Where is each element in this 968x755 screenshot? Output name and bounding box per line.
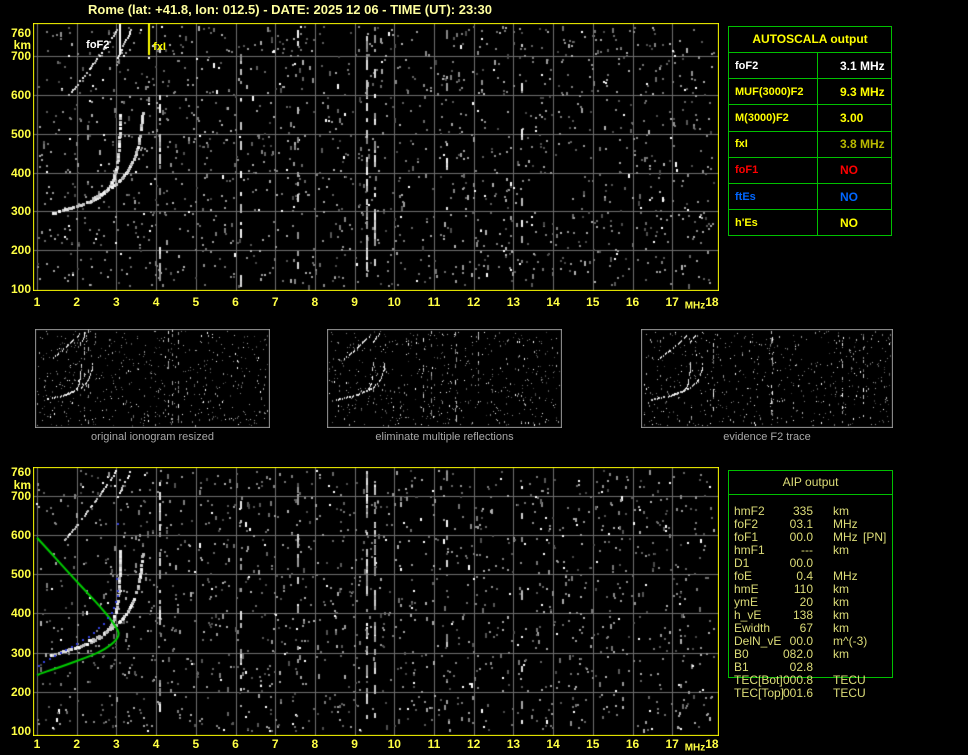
x-tick-label: 16	[625, 295, 640, 309]
thumbnail-canvas-evidence-f2-trace	[641, 329, 893, 428]
autoscala-row-value: 9.3 MHz	[840, 84, 885, 99]
x-tick-label: 17	[665, 295, 679, 309]
autoscala-row-value: 3.00	[840, 110, 864, 125]
x-tick-label: 6	[232, 737, 239, 751]
x-tick-label: 15	[586, 737, 600, 751]
autoscala-row-value: NO	[840, 163, 858, 178]
autoscala-row-value: NO	[840, 215, 858, 230]
thumbnail-canvas-eliminate-reflections	[327, 329, 562, 428]
autoscala-row: foF1 NO	[729, 156, 891, 183]
bottom-ionogram-canvas	[33, 467, 719, 736]
x-tick-label: 12	[467, 295, 481, 309]
aip-row-unit: km	[833, 543, 849, 557]
x-tick-label: 10	[387, 295, 401, 309]
mhz-unit-label: MHz	[684, 742, 706, 753]
x-tick-label: 13	[506, 737, 521, 751]
autoscala-row: h'Es NO	[729, 209, 891, 236]
autoscala-row: ftEs NO	[729, 182, 891, 210]
x-tick-label: 4	[152, 295, 160, 309]
autoscala-row-label: h'Es	[729, 210, 818, 236]
aip-output-table: AIP output hmF2 335 km foF2 03.1 MHz foF1 00.0 M…	[728, 470, 893, 700]
x-tick-label: 10	[387, 737, 401, 751]
autoscala-screen: Rome (lat: +41.8, lon: 012.5) - DATE: 20…	[0, 0, 968, 755]
x-tick-label: 9	[351, 737, 358, 751]
y-tick-label: 600	[10, 87, 31, 102]
plot-annotation-fof2: foF2	[86, 39, 110, 51]
y-tick-label: 200	[10, 684, 31, 699]
autoscala-row-label: foF2	[729, 53, 818, 79]
autoscala-row: foF2 3.1 MHz	[729, 52, 891, 79]
x-tick-label: 15	[586, 295, 600, 309]
x-tick-label: 13	[506, 295, 521, 309]
x-tick-label: 18	[705, 295, 719, 309]
x-tick-label: 16	[625, 737, 640, 751]
x-tick-label: 3	[113, 737, 120, 751]
autoscala-row-value: 3.8 MHz	[840, 137, 885, 152]
autoscala-table-rows: foF2 3.1 MHz MUF(3000)F2 9.3 MHz M(3000)F2 3.…	[729, 52, 891, 236]
autoscala-table-title: AUTOSCALA output	[752, 32, 868, 46]
y-tick-label: 300	[10, 645, 31, 660]
x-tick-label: 3	[113, 295, 120, 309]
aip-header-divider	[729, 494, 892, 495]
page-title: Rome (lat: +41.8, lon: 012.5) - DATE: 20…	[88, 2, 492, 17]
thumbnail-canvas-original-ionogram	[35, 329, 270, 428]
km-unit-label: km	[13, 37, 31, 52]
x-tick-label: 14	[546, 295, 560, 309]
y-tick-label: 100	[10, 282, 31, 296]
x-tick-label: 8	[311, 737, 319, 751]
aip-row-extra: [PN]	[863, 530, 887, 544]
x-tick-label: 2	[73, 295, 81, 309]
autoscala-row-label: MUF(3000)F2	[729, 79, 818, 105]
x-tick-label: 11	[427, 295, 441, 309]
autoscala-row-value: 3.1 MHz	[840, 58, 885, 73]
y-tick-label: 500	[10, 567, 31, 582]
x-tick-label: 14	[546, 737, 560, 751]
x-tick-label: 18	[705, 737, 719, 751]
autoscala-row-label: ftEs	[729, 183, 818, 210]
y-tick-label: 300	[10, 204, 31, 219]
x-tick-label: 9	[351, 295, 358, 309]
y-tick-label: 600	[10, 528, 31, 542]
thumbnail-caption: eliminate multiple reflections	[375, 431, 514, 443]
aip-row-unit: km	[833, 647, 849, 661]
x-tick-label: 11	[427, 737, 441, 751]
autoscala-row-value: NO	[840, 189, 858, 204]
x-tick-label: 12	[467, 737, 481, 751]
autoscala-output-table: AUTOSCALA output foF2 3.1 MHz MUF(3000)F2 9…	[728, 26, 892, 237]
autoscala-row-label: M(3000)F2	[729, 105, 818, 131]
aip-table-title: AIP output	[782, 475, 839, 489]
y-tick-label: 400	[10, 165, 31, 180]
x-tick-label: 7	[271, 295, 279, 309]
x-tick-label: 8	[311, 295, 319, 309]
x-tick-label: 5	[192, 737, 200, 751]
x-tick-label: 7	[271, 737, 279, 751]
autoscala-row-label: foF1	[729, 157, 818, 183]
y-tick-label: 400	[10, 606, 31, 621]
thumbnail-caption: evidence F2 trace	[723, 431, 811, 443]
autoscala-row: fxI 3.8 MHz	[729, 130, 891, 157]
top-ionogram-canvas	[33, 23, 719, 291]
autoscala-row-label: fxI	[729, 131, 818, 157]
thumbnail-caption: original ionogram resized	[91, 431, 214, 443]
x-tick-label: 5	[192, 295, 200, 309]
x-tick-label: 4	[152, 737, 160, 751]
autoscala-row: MUF(3000)F2 9.3 MHz	[729, 78, 891, 105]
plot-annotation-fxi: fxI	[153, 41, 166, 53]
y-tick-label: 500	[10, 126, 31, 141]
x-tick-label: 1	[33, 295, 41, 309]
y-tick-label: 100	[10, 724, 31, 738]
aip-row: TEC[Top] 001.6 TECU	[729, 687, 892, 700]
aip-row-unit: TECU	[833, 686, 866, 700]
x-tick-label: 2	[73, 737, 81, 751]
x-tick-label: 17	[665, 737, 679, 751]
autoscala-row: M(3000)F2 3.00	[729, 104, 891, 131]
x-tick-label: 1	[33, 737, 41, 751]
x-tick-label: 6	[232, 295, 239, 309]
aip-row-value: 001.6	[782, 686, 813, 700]
km-unit-label: km	[13, 478, 31, 492]
y-tick-label: 200	[10, 243, 31, 258]
mhz-unit-label: MHz	[684, 300, 706, 311]
